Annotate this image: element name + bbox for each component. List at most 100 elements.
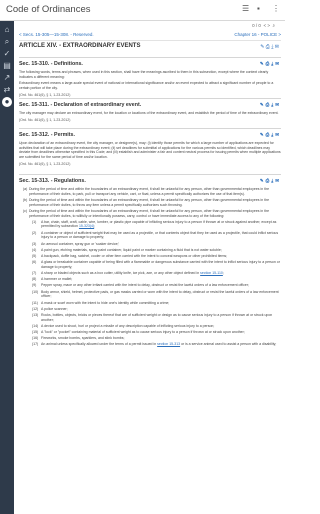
section-item: (2) A container or object of sufficient w… xyxy=(19,231,281,240)
item-text: A glass or breakable container capable o… xyxy=(41,260,280,269)
home-icon[interactable]: ⌂ xyxy=(2,25,12,35)
search-icon[interactable]: ⌕ xyxy=(272,23,275,28)
section-title: Sec. 15-313. - Regulations. xyxy=(19,178,86,184)
share-icon[interactable]: ✎ xyxy=(260,44,264,50)
section-item: (5) A backpack, duffle bag, satchel, cool… xyxy=(19,254,281,259)
item-label: (7) xyxy=(32,271,37,276)
section-actions: ✎⎙⤓✉ xyxy=(260,178,281,184)
item-label: (5) xyxy=(32,253,37,258)
section-item: (12) A police scanner; xyxy=(19,307,281,312)
pager-nav[interactable]: < > xyxy=(263,23,270,28)
top-bar: Code of Ordinances ☰ ▪ ⋮ xyxy=(0,0,285,21)
section-paragraph: Upon declaration of an extraordinary eve… xyxy=(19,141,281,160)
section-actions: ✎⎙⤓✉ xyxy=(260,61,281,67)
item-label: (9) xyxy=(32,283,37,288)
cross-reference-link[interactable]: section 15-110 xyxy=(200,271,223,275)
code-section: Sec. 15-312. - Permits. ✎⎙⤓✉ Upon declarat… xyxy=(19,128,281,169)
item-label: (1) xyxy=(32,219,37,224)
section-item: (7) A sharp or bladed objects such as a b… xyxy=(19,271,281,276)
share-icon[interactable]: ↗ xyxy=(2,73,12,83)
section-item: (14) A device used to shoot, hurl or proj… xyxy=(19,324,281,329)
item-text: Rocks, bottles, objects, bricks or piece… xyxy=(41,312,273,322)
pager-count: 0 / 0 xyxy=(252,23,261,28)
item-text: A mask or scarf worn with the intent to … xyxy=(41,300,170,305)
chat-icon[interactable]: ● xyxy=(2,97,12,107)
article-title: ARTICLE XIV. - EXTRAORDINARY EVENTS xyxy=(19,43,141,49)
compare-icon[interactable]: ⇄ xyxy=(2,85,12,95)
search-pager[interactable]: 0 / 0 < > ⌕ xyxy=(252,23,275,28)
section-title: Sec. 15-312. - Permits. xyxy=(19,132,75,138)
section-item: (15) A "lock" or "pocket" containing mate… xyxy=(19,330,281,335)
section-paragraph: The following words, terms and phrases, … xyxy=(19,70,269,79)
item-label: (15) xyxy=(32,330,39,335)
section-item: (9) Pepper spray, mace or any other irrit… xyxy=(19,283,281,288)
search-icon[interactable]: ⌕ xyxy=(2,37,12,47)
section-item: (3) An aerosol container, spray gun or 's… xyxy=(19,242,281,247)
item-label: (12) xyxy=(32,306,39,311)
item-label: (a) xyxy=(23,187,28,191)
item-text: A police scanner; xyxy=(41,306,68,311)
item-text: A hammer or mallet; xyxy=(41,277,73,282)
item-text: A sharp or bladed objects such as a box … xyxy=(41,271,224,276)
cross-reference-link[interactable]: 15-323(4) xyxy=(79,224,94,228)
section-history: (Ord. No. 461(6), § 1, 1-23-2012) xyxy=(19,92,71,97)
section-item: (4) A paint gun, etching materials, spray… xyxy=(19,248,281,253)
section-item: (17) An animal unless specifically allowe… xyxy=(19,342,281,347)
item-label: (c) xyxy=(23,208,28,213)
item-text: A device used to shoot, hurl or project … xyxy=(41,323,215,328)
document-icon[interactable]: ▤ xyxy=(2,61,12,71)
user-icon[interactable]: ▪ xyxy=(257,4,260,13)
item-label: (6) xyxy=(32,260,37,265)
section-item: (16) Fireworks, smoke bombs, sparklers, a… xyxy=(19,336,281,341)
item-label: (b) xyxy=(23,197,28,202)
sidebar: ⌂ ⌕ ✓ ▤ ↗ ⇄ ● xyxy=(0,21,14,514)
section-item: (b) During the period of time and within … xyxy=(19,198,281,207)
main-content: 0 / 0 < > ⌕ < Secs. 15-305—15-308. - Res… xyxy=(14,21,285,514)
email-icon[interactable]: ✉ xyxy=(275,178,281,183)
item-text: Pepper spray, mace or any other irritant… xyxy=(41,283,249,288)
email-icon[interactable]: ✉ xyxy=(275,132,281,137)
section-history: (Ord. No. 461(6), § 1, 1-23-2012) xyxy=(19,161,71,166)
section-item: (6) A glass or breakable container capabl… xyxy=(19,260,281,269)
bookmark-icon[interactable]: ✓ xyxy=(2,49,12,59)
item-text: An animal unless specifically allowed un… xyxy=(41,342,277,347)
section-actions: ✎⎙⤓✉ xyxy=(260,132,281,138)
email-icon[interactable]: ✉ xyxy=(275,102,281,107)
item-label: (2) xyxy=(32,230,37,235)
item-text: Body armor, shield, helmet, protective p… xyxy=(41,289,279,299)
email-icon[interactable]: ✉ xyxy=(275,61,281,66)
item-text: A backpack, duffle bag, satchel, cooler … xyxy=(41,253,228,258)
section-item: (11) A mask or scarf worn with the intent… xyxy=(19,301,281,306)
item-text: Fireworks, smoke bombs, sparklers, and s… xyxy=(41,336,125,341)
section-heading[interactable]: Sec. 15-312. - Permits. ✎⎙⤓✉ xyxy=(19,128,281,141)
download-icon[interactable]: ⤓ xyxy=(271,44,273,50)
code-section: Sec. 15-311. - Declaration of extraordin… xyxy=(19,98,281,125)
item-label: (14) xyxy=(32,323,39,328)
section-heading[interactable]: Sec. 15-311. - Declaration of extraordin… xyxy=(19,98,281,111)
next-chapter-link[interactable]: Chapter 16 - POLICE > xyxy=(234,32,281,37)
section-actions: ✎⎙⤓✉ xyxy=(260,102,281,108)
list-icon[interactable]: ☰ xyxy=(242,4,249,13)
section-heading[interactable]: Sec. 15-310. - Definitions. ✎⎙⤓✉ xyxy=(19,57,281,70)
item-text: A bar, chain, staff, craft, cable, wire,… xyxy=(41,219,277,229)
item-label: (11) xyxy=(32,300,38,305)
prev-section-link[interactable]: < Secs. 15-305—15-308. - Reserved. xyxy=(19,32,94,37)
section-heading[interactable]: Sec. 15-313. - Regulations. ✎⎙⤓✉ xyxy=(19,174,281,187)
section-item: (13) Rocks, bottles, objects, bricks or p… xyxy=(19,313,281,322)
item-label: (16) xyxy=(32,336,39,341)
email-icon[interactable]: ✉ xyxy=(275,44,279,50)
section-paragraph: Extraordinary event means a large-scale … xyxy=(19,81,274,91)
section-title: Sec. 15-311. - Declaration of extraordin… xyxy=(19,102,142,108)
item-text: An aerosol container, spray gun or 'soak… xyxy=(41,241,120,246)
code-section: Sec. 15-310. - Definitions. ✎⎙⤓✉ The follo… xyxy=(19,57,281,100)
more-icon[interactable]: ⋮ xyxy=(272,4,280,13)
item-text: During the period of time and within the… xyxy=(29,197,270,207)
app-title: Code of Ordinances xyxy=(6,4,91,15)
section-history: (Ord. No. 461(6), § 1, 1-23-2012) xyxy=(19,117,71,122)
breadcrumb: < Secs. 15-305—15-308. - Reserved. Chapt… xyxy=(19,30,281,41)
print-icon[interactable]: ⎙ xyxy=(266,44,270,50)
cross-reference-link[interactable]: section 15-313 xyxy=(157,342,180,346)
section-item: (c) During the period of time and within … xyxy=(19,209,281,218)
section-item: (10) Body armor, shield, helmet, protecti… xyxy=(19,290,281,299)
article-actions: ✎ ⎙ ⤓ ✉ xyxy=(260,44,279,50)
